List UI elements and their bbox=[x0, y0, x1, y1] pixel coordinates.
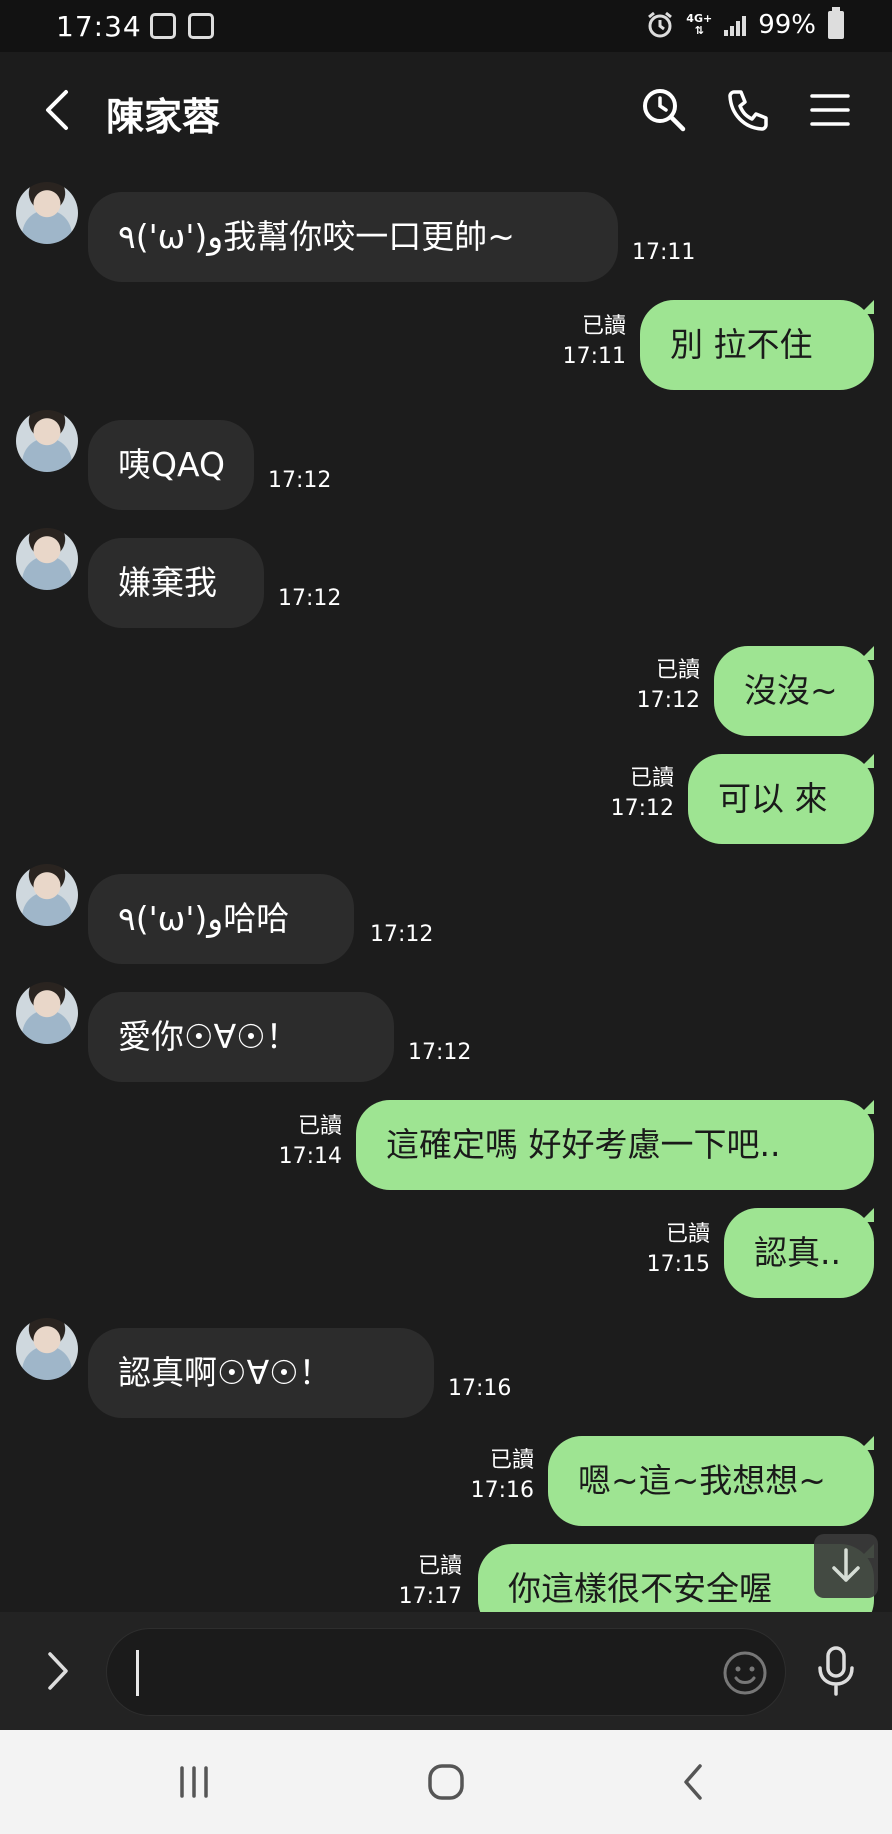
back-icon[interactable] bbox=[38, 88, 78, 132]
system-navigation-bar bbox=[0, 1730, 892, 1834]
message-time: 17:15 bbox=[646, 1252, 710, 1277]
message-bubble[interactable]: 嗯~這~我想想~ bbox=[548, 1436, 874, 1526]
contact-avatar[interactable] bbox=[16, 982, 78, 1044]
back-nav-icon[interactable] bbox=[672, 1760, 716, 1804]
message-meta: 已讀 17:12 bbox=[637, 656, 700, 716]
bubble-tail bbox=[860, 1208, 874, 1222]
scroll-to-bottom-button[interactable] bbox=[814, 1534, 878, 1598]
message-outgoing: 已讀 17:17 你這樣很不安全喔 bbox=[0, 168, 892, 1612]
status-time: 17:34 bbox=[56, 10, 142, 43]
message-meta: 已讀 17:11 bbox=[563, 312, 626, 372]
expand-icon[interactable] bbox=[40, 1648, 76, 1694]
message-bubble[interactable]: ٩('ω')و哈哈 bbox=[88, 874, 354, 964]
message-time: 17:17 bbox=[398, 1584, 462, 1609]
contact-avatar[interactable] bbox=[16, 410, 78, 472]
bubble-tail bbox=[860, 646, 874, 660]
status-bar: 17:34 4G+ ⇅ 99% bbox=[0, 0, 892, 52]
phone-icon[interactable] bbox=[724, 86, 772, 134]
read-receipt: 已讀 bbox=[297, 1114, 342, 1139]
notification-icon bbox=[150, 13, 176, 39]
bubble-tail bbox=[860, 300, 874, 314]
message-bubble[interactable]: 沒沒~ bbox=[714, 646, 874, 736]
search-icon[interactable] bbox=[640, 86, 688, 134]
data-arrows-icon: ⇅ bbox=[694, 24, 704, 37]
media-icon bbox=[188, 13, 214, 39]
bubble-tail bbox=[860, 754, 874, 768]
read-receipt: 已讀 bbox=[629, 766, 674, 791]
home-icon[interactable] bbox=[424, 1760, 468, 1804]
message-meta: 已讀 17:15 bbox=[647, 1220, 710, 1280]
message-meta: 已讀 17:14 bbox=[279, 1112, 342, 1172]
message-time: 17:12 bbox=[610, 796, 674, 821]
message-bubble[interactable]: 認真啊☉∀☉！ bbox=[88, 1328, 434, 1418]
contact-avatar[interactable] bbox=[16, 528, 78, 590]
contact-avatar[interactable] bbox=[16, 864, 78, 926]
contact-avatar[interactable] bbox=[16, 1318, 78, 1380]
read-receipt: 已讀 bbox=[665, 1222, 710, 1247]
message-bubble[interactable]: 這確定嗎 好好考慮一下吧.. bbox=[356, 1100, 874, 1190]
read-receipt: 已讀 bbox=[417, 1554, 462, 1579]
chat-title: 陳家蓉 bbox=[106, 95, 221, 139]
message-time: 17:16 bbox=[470, 1478, 534, 1503]
message-time: 17:16 bbox=[448, 1376, 512, 1401]
message-meta: 已讀 17:16 bbox=[471, 1446, 534, 1506]
arrow-down-icon bbox=[832, 1548, 860, 1582]
emoji-icon[interactable] bbox=[722, 1650, 768, 1696]
battery-icon bbox=[828, 7, 844, 39]
message-time: 17:12 bbox=[370, 922, 434, 947]
read-receipt: 已讀 bbox=[581, 314, 626, 339]
menu-icon[interactable] bbox=[806, 86, 854, 134]
read-receipt: 已讀 bbox=[655, 658, 700, 683]
message-bubble[interactable]: 認真.. bbox=[724, 1208, 874, 1298]
message-input[interactable] bbox=[106, 1628, 786, 1716]
message-time: 17:14 bbox=[278, 1144, 342, 1169]
bubble-tail bbox=[860, 1100, 874, 1114]
microphone-icon[interactable] bbox=[814, 1644, 858, 1698]
recent-apps-icon[interactable] bbox=[172, 1760, 216, 1804]
text-cursor bbox=[136, 1650, 139, 1696]
alarm-icon bbox=[648, 11, 673, 38]
message-time: 17:12 bbox=[268, 468, 332, 493]
battery-percent: 99% bbox=[758, 10, 816, 40]
message-input-bar bbox=[0, 1612, 892, 1730]
message-bubble[interactable]: 咦QAQ bbox=[88, 420, 254, 510]
message-bubble[interactable]: 別 拉不住 bbox=[640, 300, 874, 390]
message-meta: 已讀 17:12 bbox=[611, 764, 674, 824]
message-bubble[interactable]: 愛你☉∀☉！ bbox=[88, 992, 394, 1082]
message-list[interactable]: ٩('ω')و我幫你咬一口更帥~ 17:11 已讀 17:11 別 拉不住 咦Q… bbox=[0, 168, 892, 1612]
message-meta: 已讀 17:17 bbox=[399, 1552, 462, 1612]
chat-header: 陳家蓉 bbox=[0, 52, 892, 168]
message-time: 17:12 bbox=[278, 586, 342, 611]
message-bubble[interactable]: 嫌棄我 bbox=[88, 538, 264, 628]
message-bubble[interactable]: 可以 來 bbox=[688, 754, 874, 844]
message-time: 17:12 bbox=[636, 688, 700, 713]
read-receipt: 已讀 bbox=[489, 1448, 534, 1473]
signal-icon bbox=[724, 14, 747, 36]
network-indicator: 4G+ ⇅ bbox=[686, 13, 712, 37]
message-time: 17:11 bbox=[562, 344, 626, 369]
bubble-tail bbox=[860, 1436, 874, 1450]
message-time: 17:12 bbox=[408, 1040, 472, 1065]
